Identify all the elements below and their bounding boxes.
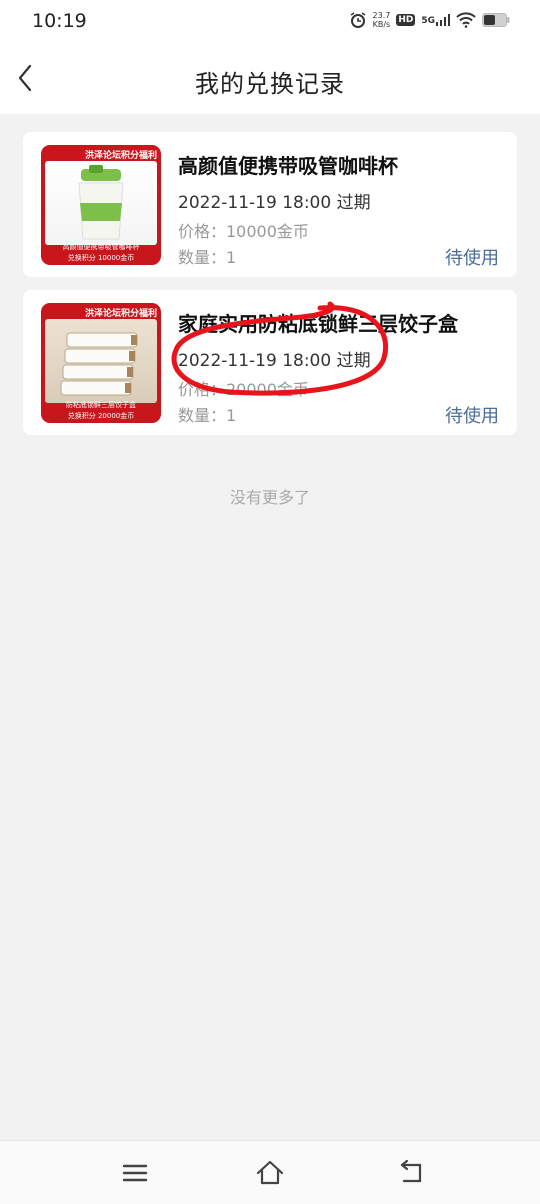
- hd-badge: HD: [396, 14, 416, 26]
- status-button[interactable]: 待使用: [445, 402, 499, 428]
- record-card[interactable]: 洪泽论坛积分福利 防粘底锁鲜三层饺子盒 兑换积分 20000金币 家庭实用防粘底…: [23, 290, 517, 435]
- product-name: 家庭实用防粘底锁鲜三层饺子盒: [178, 312, 458, 336]
- expiry-date: 2022-11-19 18:00 过期: [178, 351, 371, 371]
- product-thumbnail[interactable]: 洪泽论坛积分福利 防粘底锁鲜三层饺子盒 兑换积分 20000金币: [41, 303, 161, 423]
- alarm-icon: [350, 12, 365, 28]
- thumb-price: 兑换积分 20000金币: [67, 412, 135, 420]
- thumb-banner: 洪泽论坛积分福利: [84, 151, 157, 161]
- thumb-caption: 防粘底锁鲜三层饺子盒: [66, 401, 136, 409]
- page-title: 我的兑换记录: [195, 70, 345, 98]
- home-icon: [256, 1160, 284, 1185]
- expiry-date: 2022-11-19 18:00 过期: [178, 193, 371, 213]
- product-price: 价格：10000金币: [178, 222, 309, 241]
- no-more-text: 没有更多了: [229, 488, 310, 507]
- status-bar: 10:19 23.7 KB/s HD 5G: [0, 0, 540, 44]
- thumb-banner: 洪泽论坛积分福利: [84, 309, 157, 319]
- coffee-cup-image: [45, 161, 157, 245]
- thumb-price: 兑换积分 10000金币: [67, 254, 135, 262]
- thumb-caption: 高颜值便携带吸管咖啡杯: [62, 243, 140, 251]
- menu-button[interactable]: [119, 1157, 151, 1189]
- product-price: 价格：20000金币: [178, 380, 309, 399]
- return-icon: [400, 1159, 422, 1183]
- net-speed: 23.7 KB/s: [372, 11, 391, 29]
- product-quantity: 数量：1: [178, 406, 237, 425]
- status-icons: 23.7 KB/s HD 5G: [349, 11, 510, 29]
- records-list: 洪泽论坛积分福利 高颜值便携带吸管咖啡杯 兑换积分 10000金币 高颜值便携带…: [23, 132, 517, 448]
- dumpling-box-image: [45, 319, 157, 403]
- record-card[interactable]: 洪泽论坛积分福利 高颜值便携带吸管咖啡杯 兑换积分 10000金币 高颜值便携带…: [23, 132, 517, 277]
- product-name: 高颜值便携带吸管咖啡杯: [178, 154, 398, 178]
- product-thumbnail[interactable]: 洪泽论坛积分福利 高颜值便携带吸管咖啡杯 兑换积分 10000金币: [41, 145, 161, 265]
- home-button[interactable]: [254, 1157, 286, 1189]
- nav-bar: 我的兑换记录: [0, 44, 540, 114]
- status-time: 10:19: [32, 10, 87, 32]
- menu-icon: [122, 1164, 148, 1182]
- product-quantity: 数量：1: [178, 248, 237, 267]
- wifi-icon: [456, 12, 476, 28]
- signal-icon: 5G: [421, 14, 450, 26]
- battery-icon: [482, 13, 510, 27]
- back-nav-button[interactable]: [396, 1157, 428, 1189]
- system-nav-bar: [0, 1140, 540, 1204]
- status-button[interactable]: 待使用: [445, 244, 499, 270]
